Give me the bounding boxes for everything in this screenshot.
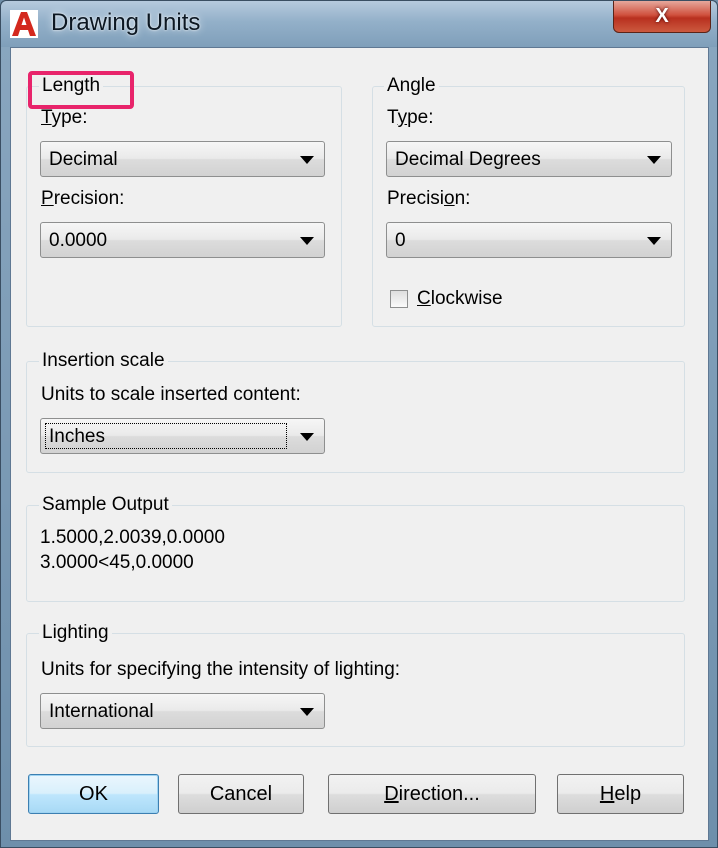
help-button[interactable]: Help xyxy=(557,774,684,814)
length-type-value: Decimal xyxy=(49,149,118,170)
angle-precision-label: Precision: xyxy=(387,188,471,209)
help-button-label: Help xyxy=(599,782,642,805)
chevron-down-icon xyxy=(300,708,314,716)
angle-precision-select[interactable]: 0 xyxy=(386,222,672,258)
title-bar[interactable]: Drawing Units X xyxy=(1,1,717,47)
clockwise-checkbox[interactable] xyxy=(390,290,408,308)
chevron-down-icon xyxy=(300,156,314,164)
lighting-units-select[interactable]: International xyxy=(40,693,325,729)
window-title: Drawing Units xyxy=(51,9,201,36)
cancel-button[interactable]: Cancel xyxy=(178,774,304,814)
angle-type-label: Type: xyxy=(387,107,434,128)
chevron-down-icon xyxy=(647,237,661,245)
length-type-select[interactable]: Decimal xyxy=(40,141,325,177)
length-type-label: Type: xyxy=(41,107,88,128)
length-precision-select[interactable]: 0.0000 xyxy=(40,222,325,258)
angle-type-value: Decimal Degrees xyxy=(395,149,541,170)
insertion-scale-group xyxy=(26,361,685,473)
lighting-group xyxy=(26,633,685,747)
lighting-description: Units for specifying the intensity of li… xyxy=(41,659,401,680)
close-icon: X xyxy=(655,5,669,27)
chevron-down-icon xyxy=(300,433,314,441)
angle-precision-value: 0 xyxy=(395,230,406,251)
chevron-down-icon xyxy=(647,156,661,164)
length-precision-label: Precision: xyxy=(41,188,125,209)
insertion-scale-description: Units to scale inserted content: xyxy=(41,384,301,405)
ok-button[interactable]: OK xyxy=(28,774,159,814)
lighting-group-label: Lighting xyxy=(39,622,112,644)
sample-output-line-2: 3.0000<45,0.0000 xyxy=(40,552,194,573)
angle-group-label: Angle xyxy=(384,75,439,97)
dialog-body: Length Type: Decimal Precision: 0.0000 A… xyxy=(10,47,709,841)
insertion-units-value: Inches xyxy=(49,426,105,447)
length-highlight-box xyxy=(28,71,134,109)
lighting-units-value: International xyxy=(49,701,154,722)
drawing-units-dialog: Drawing Units X Length Type: Decimal Pre… xyxy=(0,0,718,848)
direction-button[interactable]: Direction... xyxy=(328,774,536,814)
insertion-units-select[interactable]: Inches xyxy=(40,418,325,454)
clockwise-label[interactable]: Clockwise xyxy=(417,288,503,310)
angle-type-select[interactable]: Decimal Degrees xyxy=(386,141,672,177)
sample-output-group-label: Sample Output xyxy=(39,494,172,516)
insertion-scale-group-label: Insertion scale xyxy=(39,350,168,372)
direction-button-label: Direction... xyxy=(384,782,480,805)
sample-output-line-1: 1.5000,2.0039,0.0000 xyxy=(40,527,225,548)
length-precision-value: 0.0000 xyxy=(49,230,108,251)
chevron-down-icon xyxy=(300,237,314,245)
close-button[interactable]: X xyxy=(613,1,711,33)
autocad-a-icon xyxy=(10,10,38,38)
